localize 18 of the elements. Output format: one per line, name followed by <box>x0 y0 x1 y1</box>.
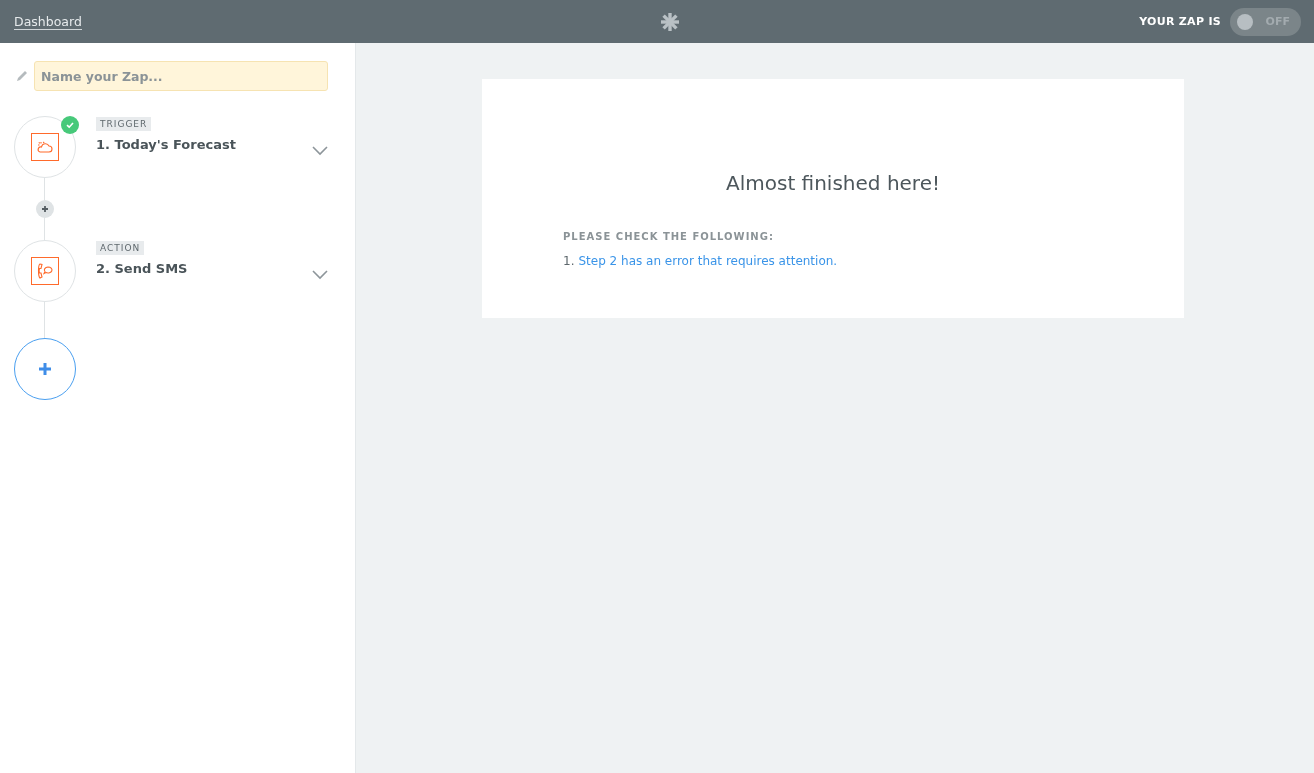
step-type-tag: TRIGGER <box>96 117 152 131</box>
step-type-tag: ACTION <box>96 241 145 255</box>
panel-heading: Almost finished here! <box>725 171 941 195</box>
asterisk-logo-icon <box>660 11 681 32</box>
step-title[interactable]: 2. Send SMS <box>96 261 188 276</box>
pencil-icon <box>16 70 28 82</box>
issue-link[interactable]: Step 2 has an error that requires attention. <box>578 254 838 268</box>
plus-icon <box>38 362 52 376</box>
step-title[interactable]: 1. Today's Forecast <box>96 137 236 152</box>
phone-chat-icon <box>31 257 59 285</box>
dashboard-link[interactable]: Dashboard <box>14 13 82 30</box>
issue-number: 1. <box>563 254 575 268</box>
add-step-between-button[interactable] <box>36 200 54 218</box>
check-heading: PLEASE CHECK THE FOLLOWING: <box>563 231 775 242</box>
plus-icon <box>41 205 49 213</box>
cloud-sun-icon <box>31 133 59 161</box>
zap-status-label: YOUR ZAP IS <box>1139 15 1221 28</box>
zap-name-field[interactable]: Name your Zap... <box>34 61 328 91</box>
